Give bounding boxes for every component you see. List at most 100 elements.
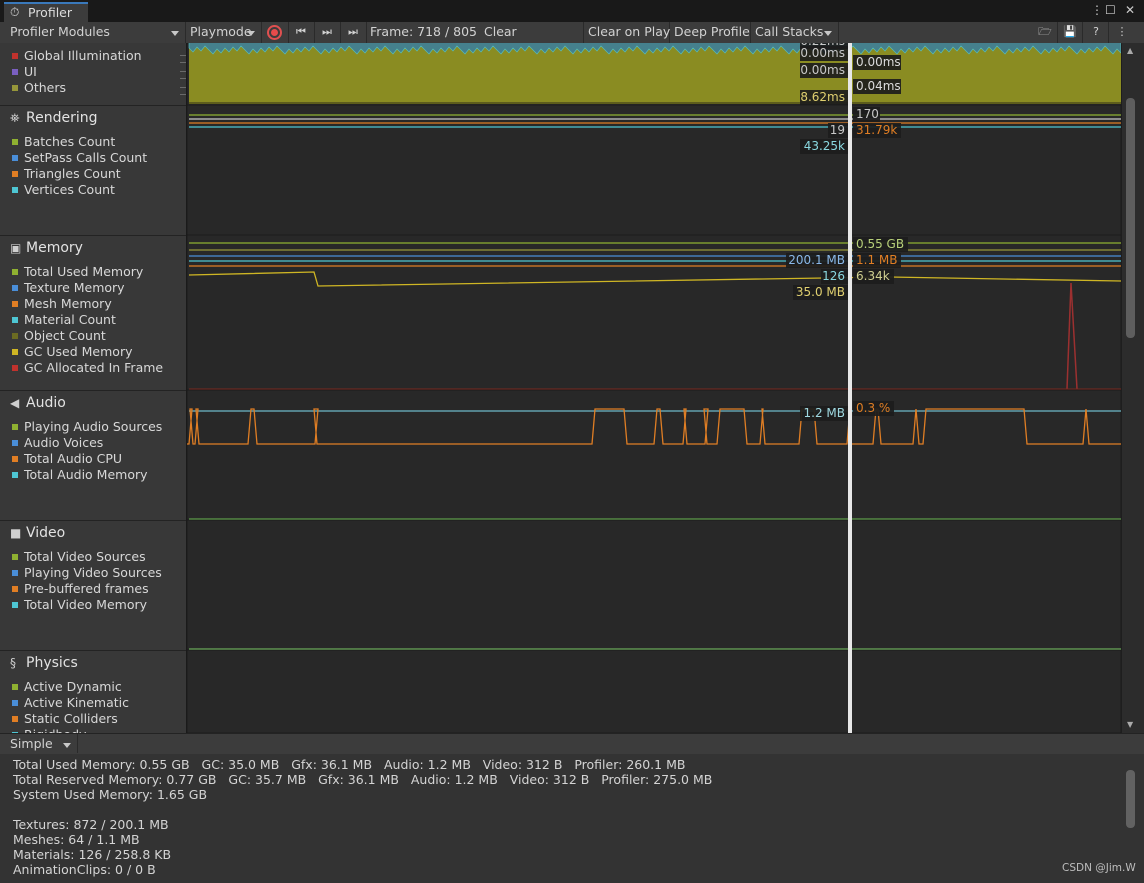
module-series-item[interactable]: Total Used Memory bbox=[12, 264, 143, 279]
drag-handle-icon[interactable] bbox=[180, 71, 186, 79]
selected-frame-cursor[interactable] bbox=[848, 43, 852, 733]
first-frame-button[interactable]: ⏮ bbox=[288, 22, 315, 43]
module-series-item[interactable]: Total Video Memory bbox=[12, 597, 147, 612]
module-series-item[interactable]: Mesh Memory bbox=[12, 296, 112, 311]
module-series-item[interactable]: GC Allocated In Frame bbox=[12, 360, 163, 375]
help-button[interactable]: ? bbox=[1084, 22, 1109, 43]
load-button[interactable]: 🗁 bbox=[1033, 22, 1058, 43]
series-label: Playing Video Sources bbox=[24, 565, 162, 580]
module-series-item[interactable]: Pre-buffered frames bbox=[12, 581, 149, 596]
detail-line: Textures: 872 / 200.1 MB bbox=[13, 817, 169, 832]
profiler-modules-label: Profiler Modules bbox=[10, 24, 110, 39]
module-video[interactable]: ■ Video Total Video Sources Playing Video S… bbox=[0, 520, 186, 650]
module-series-item[interactable]: Material Count bbox=[12, 312, 116, 327]
save-icon: 💾 bbox=[1063, 25, 1077, 38]
module-series-item[interactable]: Active Kinematic bbox=[12, 695, 129, 710]
record-icon bbox=[267, 25, 282, 40]
series-color-swatch bbox=[12, 69, 18, 75]
frame-label: Frame: 718 / 805 bbox=[370, 24, 478, 39]
series-color-swatch bbox=[12, 187, 18, 193]
module-title: ⛯ Rendering bbox=[10, 110, 98, 126]
module-series-item[interactable]: Object Count bbox=[12, 328, 106, 343]
module-series-item[interactable]: Active Dynamic bbox=[12, 679, 122, 694]
series-color-swatch bbox=[12, 716, 18, 722]
last-frame-button[interactable]: ⏭ bbox=[340, 22, 367, 43]
playmode-dropdown[interactable]: Playmode bbox=[186, 22, 262, 43]
cpu-value-label: 8.62ms bbox=[800, 90, 845, 104]
rendering-value-label: 31.79k bbox=[856, 123, 897, 137]
clear-on-play-button[interactable]: Clear on Play bbox=[584, 22, 670, 43]
series-label: Active Kinematic bbox=[24, 695, 130, 710]
series-label: UI bbox=[24, 64, 37, 79]
rendering-value-label: 19 bbox=[830, 123, 845, 137]
module-title-label: Physics bbox=[26, 655, 78, 671]
profiler-tab[interactable]: ⏱ Profiler bbox=[4, 2, 88, 22]
chart-area[interactable]: 0.22ms0.00ms0.00ms0.00ms0.04ms8.62ms1701… bbox=[187, 43, 1121, 733]
close-icon[interactable]: ✕ bbox=[1125, 3, 1135, 17]
cpu-value-label: 0.00ms bbox=[800, 46, 845, 60]
module-series-item[interactable]: SetPass Calls Count bbox=[12, 150, 147, 165]
scroll-down-icon[interactable]: ▼ bbox=[1127, 720, 1133, 729]
module-series-item[interactable]: Others bbox=[12, 80, 186, 95]
series-color-swatch bbox=[12, 269, 18, 275]
module-physics[interactable]: § Physics Active Dynamic Active Kinematic St… bbox=[0, 650, 186, 733]
drag-handle-icon[interactable] bbox=[180, 87, 186, 95]
series-label: Total Video Sources bbox=[24, 549, 146, 564]
view-mode-dropdown[interactable]: Simple bbox=[6, 734, 78, 753]
module-series-item[interactable]: Vertices Count bbox=[12, 182, 115, 197]
more-options-icon[interactable]: ⋮ bbox=[1091, 3, 1103, 17]
call-stacks-dropdown[interactable]: Call Stacks bbox=[751, 22, 839, 43]
module-series-item[interactable]: Global Illumination bbox=[12, 48, 186, 63]
module-memory[interactable]: ▣ Memory Total Used Memory Texture Memory Me… bbox=[0, 235, 186, 390]
detail-line: AnimationClips: 0 / 0 B bbox=[13, 862, 156, 877]
clear-button[interactable]: Clear bbox=[480, 22, 584, 43]
module-series-item[interactable]: Audio Voices bbox=[12, 435, 103, 450]
record-button[interactable] bbox=[262, 22, 289, 43]
series-color-swatch bbox=[12, 570, 18, 576]
memory-value-label: 1.1 MB bbox=[856, 253, 897, 267]
series-color-swatch bbox=[12, 85, 18, 91]
frame-counter: Frame: 718 / 805 bbox=[366, 22, 480, 43]
toolbar-menu-button[interactable]: ⋮ bbox=[1110, 22, 1134, 43]
clear-on-play-label: Clear on Play bbox=[588, 24, 671, 39]
module-series-item[interactable]: Texture Memory bbox=[12, 280, 125, 295]
details-scrollbar-thumb[interactable] bbox=[1126, 770, 1135, 828]
module-rendering[interactable]: ⛯ Rendering Batches Count SetPass Calls Cou… bbox=[0, 105, 186, 235]
cpu-value-label: 0.00ms bbox=[800, 63, 845, 77]
audio-value-label: 1.2 MB bbox=[804, 406, 845, 420]
module-cpu[interactable]: Global Illumination UI Others bbox=[0, 43, 186, 105]
profiler-toolbar: Profiler Modules Playmode ⏮ ⏭ ⏭ Frame: 7… bbox=[0, 22, 1144, 44]
save-button[interactable]: 💾 bbox=[1058, 22, 1083, 43]
series-color-swatch bbox=[12, 139, 18, 145]
chart-band bbox=[187, 519, 1121, 651]
module-list: Global Illumination UI Others ⛯ Rendering Bat… bbox=[0, 43, 187, 733]
module-series-item[interactable]: Batches Count bbox=[12, 134, 115, 149]
maximize-icon[interactable]: ☐ bbox=[1105, 3, 1116, 17]
module-audio[interactable]: ◀ Audio Playing Audio Sources Audio Voices T… bbox=[0, 390, 186, 520]
next-frame-button[interactable]: ⏭ bbox=[314, 22, 341, 43]
module-series-item[interactable]: UI bbox=[12, 64, 186, 79]
module-series-item[interactable]: Triangles Count bbox=[12, 166, 121, 181]
scroll-up-icon[interactable]: ▲ bbox=[1127, 46, 1133, 55]
cpu-value-label: 0.04ms bbox=[856, 79, 901, 93]
deep-profile-button[interactable]: Deep Profile bbox=[670, 22, 751, 43]
profiler-modules-dropdown[interactable]: Profiler Modules bbox=[6, 22, 186, 43]
rendering-value-label: 170 bbox=[856, 107, 879, 121]
module-series-item[interactable]: Playing Audio Sources bbox=[12, 419, 162, 434]
module-series-item[interactable]: Total Video Sources bbox=[12, 549, 146, 564]
profiler-charts[interactable]: 0.22ms0.00ms0.00ms0.00ms0.04ms8.62ms1701… bbox=[187, 43, 1121, 733]
tab-title: Profiler bbox=[28, 5, 73, 20]
detail-line: Total Used Memory: 0.55 GB GC: 35.0 MB G… bbox=[13, 757, 686, 772]
series-color-swatch bbox=[12, 700, 18, 706]
chart-scrollbar-thumb[interactable] bbox=[1126, 98, 1135, 338]
drag-handle-icon[interactable] bbox=[180, 55, 186, 63]
module-series-item[interactable]: Total Audio CPU bbox=[12, 451, 122, 466]
series-color-swatch bbox=[12, 301, 18, 307]
series-color-swatch bbox=[12, 554, 18, 560]
module-series-item[interactable]: Playing Video Sources bbox=[12, 565, 162, 580]
series-label: Active Dynamic bbox=[24, 679, 122, 694]
series-color-swatch bbox=[12, 586, 18, 592]
module-series-item[interactable]: Total Audio Memory bbox=[12, 467, 148, 482]
module-series-item[interactable]: GC Used Memory bbox=[12, 344, 132, 359]
module-series-item[interactable]: Static Colliders bbox=[12, 711, 118, 726]
